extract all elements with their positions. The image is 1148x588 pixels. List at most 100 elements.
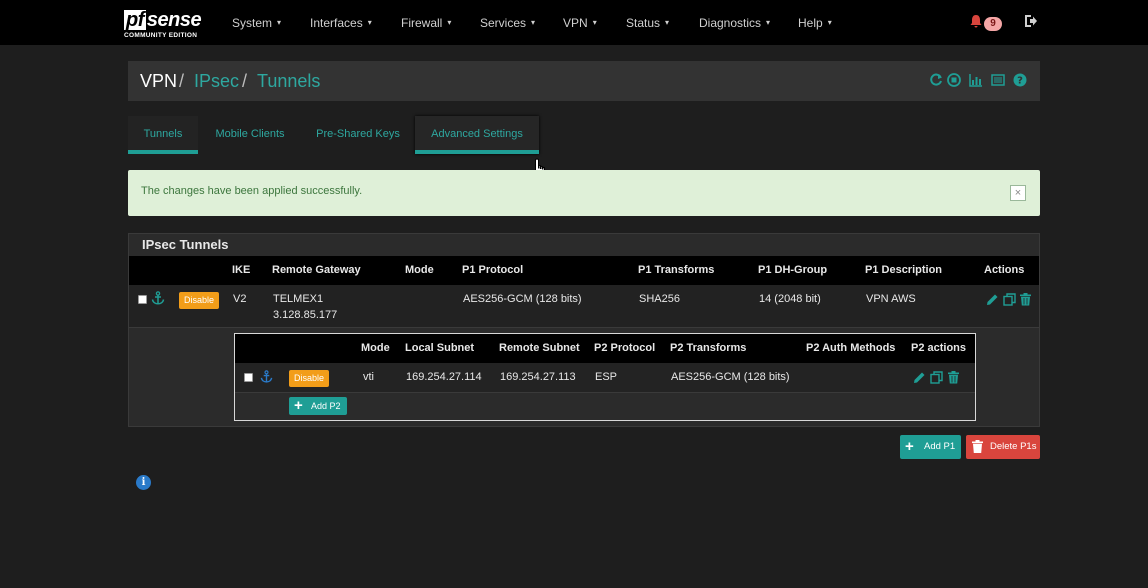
nav-status-label: Status (626, 15, 661, 30)
p1-table-header: IKE Remote Gateway Mode P1 Protocol P1 T… (129, 256, 1039, 285)
breadcrumb-vpn: VPN (140, 71, 178, 91)
p1-select-checkbox[interactable] (138, 295, 147, 304)
logo-pf: pf (124, 9, 146, 31)
p1-ike: V2 (233, 293, 247, 305)
breadcrumb-separator: / (242, 71, 248, 91)
notification-badge[interactable]: 9 (984, 17, 1002, 31)
nav-system-label: System (232, 15, 273, 30)
p2-local-subnet: 169.254.27.114 (406, 371, 482, 383)
plus-icon: + (294, 397, 303, 414)
success-alert: The changes have been applied successful… (128, 170, 1040, 216)
p2-disable-button[interactable]: Disable (289, 370, 330, 387)
p2-transforms: AES256-GCM (128 bits) (671, 371, 790, 383)
p2-mode: vti (363, 371, 374, 383)
chart-icon[interactable] (968, 73, 984, 89)
nav-firewall[interactable]: Firewall ▾ (401, 0, 451, 45)
nav-interfaces[interactable]: Interfaces ▾ (310, 0, 372, 45)
p2-table-header: Mode Local Subnet Remote Subnet P2 Proto… (235, 334, 975, 363)
add-p2-button[interactable]: + Add P2 (289, 397, 347, 415)
logo-sense: sense (146, 9, 202, 31)
nav-services[interactable]: Services ▾ (480, 0, 535, 45)
p1-row: Disable V2 TELMEX1 3.128.85.177 AES256-G… (129, 285, 1039, 328)
chevron-down-icon: ▾ (367, 18, 372, 27)
chevron-down-icon: ▾ (277, 18, 282, 27)
p1-transforms: SHA256 (639, 293, 680, 305)
tab-advanced-settings[interactable]: Advanced Settings (415, 116, 539, 154)
col-mode: Mode (405, 264, 434, 276)
delete-p1s-label: Delete P1s (990, 441, 1037, 452)
p2-remote-subnet: 169.254.27.113 (500, 371, 576, 383)
logo-edition: COMMUNITY EDITION (124, 32, 198, 39)
delete-p1s-button[interactable]: Delete P1s (966, 435, 1040, 459)
chevron-down-icon: ▾ (766, 18, 771, 27)
nav-firewall-label: Firewall (401, 15, 443, 30)
col-p2-auth-methods: P2 Auth Methods (806, 342, 896, 354)
tab-tunnels[interactable]: Tunnels (128, 116, 198, 154)
p1-gateway-name: TELMEX1 (273, 293, 324, 305)
col-p2-protocol: P2 Protocol (594, 342, 656, 354)
nav-interfaces-label: Interfaces (310, 15, 363, 30)
bell-icon[interactable] (969, 14, 983, 33)
refresh-icon[interactable] (928, 73, 944, 89)
top-navbar: pf sense COMMUNITY EDITION System ▾ Interf… (0, 0, 1148, 45)
p2-table: Mode Local Subnet Remote Subnet P2 Proto… (234, 333, 976, 421)
tab-pre-shared-keys[interactable]: Pre-Shared Keys (308, 116, 408, 154)
nav-vpn[interactable]: VPN ▾ (563, 0, 597, 45)
close-icon[interactable]: × (1010, 185, 1026, 201)
breadcrumb-tunnels[interactable]: Tunnels (257, 61, 320, 101)
breadcrumb-ipsec[interactable]: IPsec (194, 61, 239, 101)
anchor-icon[interactable] (151, 291, 165, 308)
p1-description: VPN AWS (866, 293, 916, 305)
chevron-down-icon: ▾ (827, 18, 832, 27)
col-actions: Actions (984, 264, 1025, 276)
col-remote-subnet: Remote Subnet (499, 342, 580, 354)
add-p2-label: Add P2 (311, 401, 341, 411)
breadcrumb-bar: VPN / IPsec / Tunnels ? (128, 61, 1040, 101)
edit-pencil-icon[interactable] (913, 371, 926, 384)
chevron-down-icon: ▾ (665, 18, 670, 27)
help-icon[interactable]: ? (1012, 73, 1028, 89)
nav-vpn-label: VPN (563, 15, 588, 30)
copy-icon[interactable] (930, 371, 943, 384)
svg-text:?: ? (1017, 76, 1023, 87)
p1-disable-button[interactable]: Disable (179, 292, 220, 309)
breadcrumb-separator: / (179, 71, 185, 91)
p2-select-checkbox[interactable] (244, 373, 253, 382)
nav-services-label: Services (480, 15, 527, 30)
alert-message: The changes have been applied successful… (141, 185, 363, 197)
col-local-subnet: Local Subnet (405, 342, 475, 354)
col-remote-gateway: Remote Gateway (272, 264, 361, 276)
add-p1-label: Add P1 (924, 441, 956, 452)
log-list-icon[interactable] (990, 73, 1006, 89)
copy-icon[interactable] (1003, 293, 1016, 306)
p1-gateway-ip: 3.128.85.177 (273, 309, 338, 321)
add-p1-button[interactable]: + Add P1 (900, 435, 962, 459)
p1-dh-group: 14 (2048 bit) (759, 293, 821, 305)
trash-icon[interactable] (947, 371, 960, 384)
col-p2-actions: P2 actions (911, 342, 967, 354)
nav-system[interactable]: System ▾ (232, 0, 281, 45)
edit-pencil-icon[interactable] (986, 293, 999, 306)
p2-row: Disable vti 169.254.27.114 169.254.27.11… (235, 363, 975, 393)
nav-status[interactable]: Status ▾ (626, 0, 669, 45)
info-icon[interactable]: i (136, 475, 151, 490)
logout-icon[interactable] (1024, 14, 1038, 32)
p1-protocol: AES256-GCM (128 bits) (463, 293, 582, 305)
col-ike: IKE (232, 264, 251, 276)
trash-icon (971, 435, 984, 459)
col-p1-description: P1 Description (865, 264, 943, 276)
nav-diagnostics-label: Diagnostics (699, 15, 762, 30)
nav-diagnostics[interactable]: Diagnostics ▾ (699, 0, 770, 45)
stop-icon[interactable] (946, 73, 962, 89)
pfsense-logo[interactable]: pf sense COMMUNITY EDITION (124, 10, 214, 42)
chevron-down-icon: ▾ (447, 18, 452, 27)
nav-help-label: Help (798, 15, 823, 30)
tab-mobile-clients[interactable]: Mobile Clients (205, 116, 295, 154)
anchor-icon[interactable] (260, 370, 273, 386)
col-p2-mode: Mode (361, 342, 390, 354)
nav-help[interactable]: Help ▾ (798, 0, 832, 45)
col-p1-protocol: P1 Protocol (462, 264, 524, 276)
panel-title: IPsec Tunnels (142, 237, 229, 252)
trash-icon[interactable] (1019, 293, 1032, 306)
p2-protocol: ESP (595, 371, 618, 383)
